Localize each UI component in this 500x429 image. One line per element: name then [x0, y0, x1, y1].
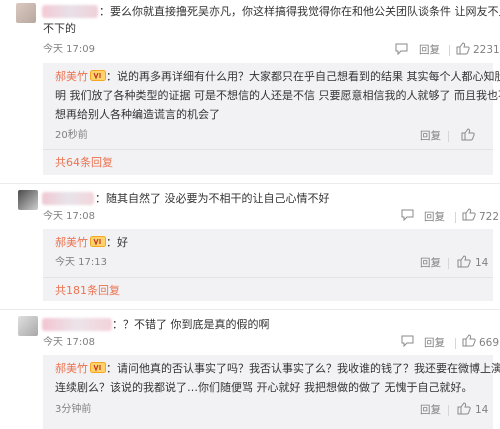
- reply-text-line: ：请问他真的否认事实了吗？我否认事实了么？我收谁的钱了？我还要在微博上演: [106, 362, 500, 375]
- comment-time: 今天 17:08: [43, 337, 95, 348]
- comment-text-line: 不下的: [43, 22, 76, 35]
- reply-list: 郝美竹 ：请问他真的否认事实了吗？我否认事实了么？我收谁的钱了？我还要在微博上演 …: [43, 355, 500, 429]
- vip-badge-icon: [90, 236, 106, 247]
- comment-time: 今天 17:08: [43, 211, 95, 222]
- reply-text: 郝美竹 ：请问他真的否认事实了吗？我否认事实了么？我收谁的钱了？我还要在微博上演: [55, 360, 500, 377]
- divider: [449, 45, 450, 56]
- like-count: 14: [475, 404, 489, 416]
- reply-text: 郝美竹 ：说的再多再详细有什么用？大家都只在乎自己想看到的结果 其实每个人都心知肚: [55, 68, 500, 85]
- reply-button[interactable]: 回复: [420, 256, 441, 270]
- comment-text-line: 要么你就直接撸死吴亦凡，你这样搞得我觉得你在和他公关团队谈条件 让网友不上: [110, 5, 500, 18]
- colon: ：: [99, 5, 110, 18]
- reply-icon[interactable]: [401, 209, 414, 225]
- blurred-username[interactable]: [42, 5, 98, 18]
- thumbs-up-icon[interactable]: [461, 128, 475, 145]
- thumbs-up-icon[interactable]: [457, 255, 471, 272]
- comment-text: ：？不错了 你到底是真的假的啊: [112, 316, 270, 333]
- like-count: 2231: [473, 44, 500, 56]
- reply-text-line: ：说的再多再详细有什么用？大家都只在乎自己想看到的结果 其实每个人都心知肚: [106, 70, 500, 83]
- comment-text-line: 随其自然了 没必要为不相干的让自己心情不好: [106, 192, 330, 205]
- thumbs-up-icon[interactable]: [456, 42, 470, 59]
- reply-time: 20秒前: [55, 130, 88, 141]
- reply-divider: [43, 277, 493, 278]
- reply-time: 今天 17:13: [55, 257, 107, 268]
- thumbs-up-icon[interactable]: [462, 208, 476, 225]
- reply-button[interactable]: 回复: [419, 43, 440, 57]
- divider: [448, 258, 449, 269]
- avatar[interactable]: [18, 316, 38, 336]
- divider: [455, 338, 456, 349]
- reply-divider: [43, 149, 493, 150]
- reply-username[interactable]: 郝美竹: [55, 362, 88, 375]
- blurred-username[interactable]: [42, 192, 94, 205]
- divider: [455, 212, 456, 223]
- like-count: 669: [479, 337, 500, 349]
- divider: [448, 405, 449, 416]
- reply-icon[interactable]: [395, 43, 408, 59]
- vip-badge-icon: [90, 70, 106, 81]
- divider: [448, 131, 449, 142]
- comment-text: ：随其自然了 没必要为不相干的让自己心情不好: [95, 190, 330, 207]
- reply-button[interactable]: 回复: [424, 210, 445, 224]
- more-replies-link[interactable]: 共181条回复: [55, 284, 120, 298]
- blurred-username[interactable]: [42, 318, 112, 331]
- more-replies-link[interactable]: 共64条回复: [55, 156, 113, 170]
- comment-text-line: ？不错了 你到底是真的假的啊: [123, 318, 270, 331]
- reply-icon[interactable]: [401, 335, 414, 351]
- colon: ：: [112, 318, 123, 331]
- reply-text: 郝美竹 ：好: [55, 234, 128, 251]
- reply-text-line: 想再给别人各种编造谎言的机会了: [55, 108, 220, 121]
- reply-button[interactable]: 回复: [420, 403, 441, 417]
- comment-text: ：要么你就直接撸死吴亦凡，你这样搞得我觉得你在和他公关团队谈条件 让网友不上: [99, 3, 500, 20]
- reply-username[interactable]: 郝美竹: [55, 70, 88, 83]
- reply-username[interactable]: 郝美竹: [55, 236, 88, 249]
- thumbs-up-icon[interactable]: [457, 402, 471, 419]
- reply-text-line: ：好: [106, 236, 128, 249]
- reply-time: 3分钟前: [55, 404, 92, 415]
- avatar[interactable]: [18, 190, 38, 210]
- thumbs-up-icon[interactable]: [462, 334, 476, 351]
- reply-button[interactable]: 回复: [424, 336, 445, 350]
- reply-text-line: 明 我们放了各种类型的证据 可是不想信的人还是不信 只要愿意相信我的人就够了 而…: [55, 89, 500, 102]
- comment-time: 今天 17:09: [43, 44, 95, 55]
- colon: ：: [95, 192, 106, 205]
- like-count: 14: [475, 257, 489, 269]
- comment-divider: [0, 183, 500, 184]
- like-count: 722: [479, 211, 500, 223]
- reply-list: 郝美竹 ：说的再多再详细有什么用？大家都只在乎自己想看到的结果 其实每个人都心知肚…: [43, 63, 500, 175]
- comment-divider: [0, 309, 500, 310]
- reply-button[interactable]: 回复: [420, 129, 441, 143]
- reply-text-line: 连续剧么？该说的我都说了…你们随便骂 开心就好 我把想做的做了 无愧于自己就好。: [55, 381, 473, 394]
- vip-badge-icon: [90, 362, 106, 373]
- avatar[interactable]: [16, 3, 36, 23]
- reply-list: 郝美竹 ：好 今天 17:13 回复 14 共181条回复: [43, 229, 493, 301]
